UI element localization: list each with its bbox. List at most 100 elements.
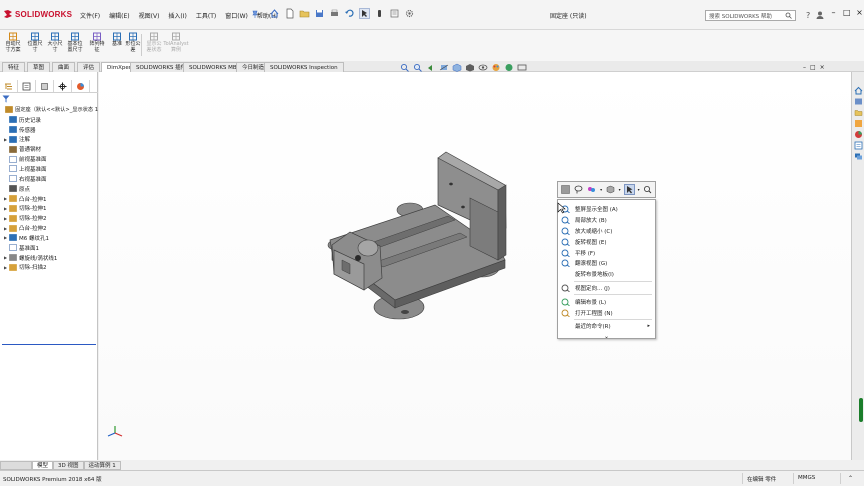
save-icon[interactable]	[314, 8, 325, 19]
bottom-tab-1[interactable]: 3D 视图	[53, 461, 84, 470]
menu-item[interactable]: 工具(T)	[196, 11, 216, 20]
view-settings-icon[interactable]	[517, 63, 527, 72]
help-question-icon[interactable]: ?	[803, 10, 813, 20]
display-style-icon[interactable]	[465, 63, 475, 72]
close-icon[interactable]: ×	[856, 8, 863, 17]
edit-appearance-icon[interactable]	[491, 63, 501, 72]
context-menu-item[interactable]: 编辑布景 (L)	[558, 296, 655, 307]
zoom-to-fit-icon[interactable]	[400, 63, 410, 72]
app-logo[interactable]: SOLIDWORKS	[3, 7, 72, 21]
tab-display-manager[interactable]	[72, 80, 90, 92]
part-model[interactable]	[320, 150, 510, 325]
help-search-input[interactable]: 搜索 SOLIDWORKS 帮助	[705, 10, 796, 21]
context-menu-item[interactable]: 视图定向... (J)	[558, 283, 655, 294]
rollback-bar[interactable]	[2, 344, 96, 345]
tree-node[interactable]: ▶ 螺旋线/涡状线1	[0, 253, 98, 263]
view-dropdown-arrow[interactable]: ▾	[619, 187, 621, 192]
tab-property-manager[interactable]	[18, 80, 36, 92]
appearance-dropdown-arrow[interactable]: ▾	[600, 187, 602, 192]
command-basic-location-dimension-button[interactable]: 基本位 置尺寸	[64, 32, 86, 53]
bottom-tab-2[interactable]: 运动算例 1	[83, 461, 121, 470]
bottom-tab-0[interactable]: 模型	[32, 461, 54, 470]
graphics-close-icon[interactable]: ×	[820, 64, 825, 71]
command-tolanalyst-button[interactable]: TolAnalyst 算例	[163, 32, 189, 53]
undo-icon[interactable]	[344, 8, 355, 19]
home-icon[interactable]	[269, 8, 280, 19]
tree-node[interactable]: ▶ 凸台-拉伸2	[0, 223, 98, 233]
tab-dimxpert-manager[interactable]	[54, 80, 72, 92]
task-pane-slider[interactable]	[859, 398, 863, 422]
tree-node[interactable]: ▶ 注解	[0, 135, 98, 145]
tree-node[interactable]: ▶ 凸台-拉伸1	[0, 194, 98, 204]
command-show-tolerance-status-button[interactable]: 显示公 差状态	[143, 32, 165, 53]
minimize-icon[interactable]: –	[830, 8, 837, 17]
tree-node[interactable]: 固定座（默认<<默认>_显示状态 1	[0, 105, 98, 115]
tree-node[interactable]: 前视基准面	[0, 154, 98, 164]
status-units[interactable]: MMGS	[798, 475, 815, 481]
select-dropdown-arrow[interactable]: ▾	[638, 187, 640, 192]
command-pattern-feature-button[interactable]: 阵列特 征	[86, 32, 108, 53]
command-size-dimension-button[interactable]: 大小尺 寸	[44, 32, 66, 53]
solidworks-forum-icon[interactable]	[854, 152, 863, 161]
ctx-show-all-button[interactable]	[560, 184, 570, 195]
menu-item[interactable]: 编辑(E)	[109, 11, 129, 20]
graphics-restore-icon[interactable]: □	[810, 64, 816, 71]
tab-0[interactable]: 特征	[2, 62, 26, 72]
tree-node[interactable]: 上视基准面	[0, 164, 98, 174]
menu-item[interactable]: 文件(F)	[80, 11, 100, 20]
context-menu-item[interactable]: 翻滚视图 (G)	[558, 258, 655, 269]
context-menu-item[interactable]: 放大或缩小 (C)	[558, 226, 655, 237]
tree-node[interactable]: 历史记录	[0, 115, 98, 125]
design-library-icon[interactable]	[854, 97, 863, 106]
ctx-lasso-button[interactable]	[573, 184, 583, 195]
ctx-select-button[interactable]	[623, 184, 635, 195]
context-menu-item[interactable]: 打开工程图 (N)	[558, 307, 655, 318]
user-account-icon[interactable]	[815, 10, 825, 20]
tab-3[interactable]: 评估	[77, 62, 101, 72]
select-icon[interactable]	[359, 8, 370, 19]
command-location-dimension-button[interactable]: 位置尺 寸	[24, 32, 46, 53]
custom-properties-icon[interactable]	[854, 141, 863, 150]
context-menu-item[interactable]: 局部放大 (B)	[558, 215, 655, 226]
zoom-to-area-icon[interactable]	[413, 63, 423, 72]
section-view-icon[interactable]	[439, 63, 449, 72]
tree-node[interactable]: ▶ 切除-扫描2	[0, 263, 98, 273]
options-gear-icon[interactable]	[404, 8, 415, 19]
context-menu-item[interactable]: 最近的命令(R) ▸	[558, 321, 655, 332]
context-menu-item[interactable]: 平移 (F)	[558, 247, 655, 258]
rebuild-icon[interactable]	[374, 8, 385, 19]
tree-node[interactable]: ▶ 切除-拉伸1	[0, 203, 98, 213]
tab-2[interactable]: 曲面	[52, 62, 76, 72]
pin-icon[interactable]	[252, 10, 258, 18]
ctx-view-button[interactable]	[605, 184, 615, 195]
open-folder-icon[interactable]	[299, 8, 310, 19]
menu-item[interactable]: 插入(I)	[168, 11, 186, 20]
solidworks-resources-icon[interactable]	[854, 86, 863, 95]
file-explorer-icon[interactable]	[854, 108, 863, 117]
appearances-scenes-icon[interactable]	[854, 130, 863, 139]
restore-icon[interactable]: □	[843, 8, 851, 17]
previous-view-icon[interactable]	[426, 63, 436, 72]
menu-item[interactable]: 视图(V)	[139, 11, 160, 20]
file-properties-icon[interactable]	[389, 8, 400, 19]
tab-8[interactable]: SOLIDWORKS Inspection	[264, 62, 344, 72]
tab-1[interactable]: 草图	[27, 62, 51, 72]
context-menu-item[interactable]: 旋转视图 (E)	[558, 236, 655, 247]
status-arrow-icon[interactable]: ⌃	[848, 475, 853, 482]
apply-scene-icon[interactable]	[504, 63, 514, 72]
ctx-zoom-button[interactable]	[643, 184, 653, 195]
context-menu-item[interactable]: 旋转布景地板(I)	[558, 269, 655, 280]
new-document-icon[interactable]	[284, 8, 295, 19]
view-palette-icon[interactable]	[854, 119, 863, 128]
more-items-chevron[interactable]: ⌄	[558, 332, 655, 341]
context-menu-item[interactable]: 整屏显示全图 (A)	[558, 204, 655, 215]
tree-node[interactable]: 基准面1	[0, 243, 98, 253]
filter-icon[interactable]	[2, 95, 10, 103]
menu-item[interactable]: 窗口(W)	[225, 11, 248, 20]
graphics-minimize-icon[interactable]: –	[803, 64, 806, 71]
view-orientation-icon[interactable]	[452, 63, 462, 72]
tree-node[interactable]: 传感器	[0, 125, 98, 135]
hide-show-items-icon[interactable]	[478, 63, 488, 72]
tree-node[interactable]: 右视基准面	[0, 174, 98, 184]
tree-node[interactable]: ▶ 切除-拉伸2	[0, 213, 98, 223]
